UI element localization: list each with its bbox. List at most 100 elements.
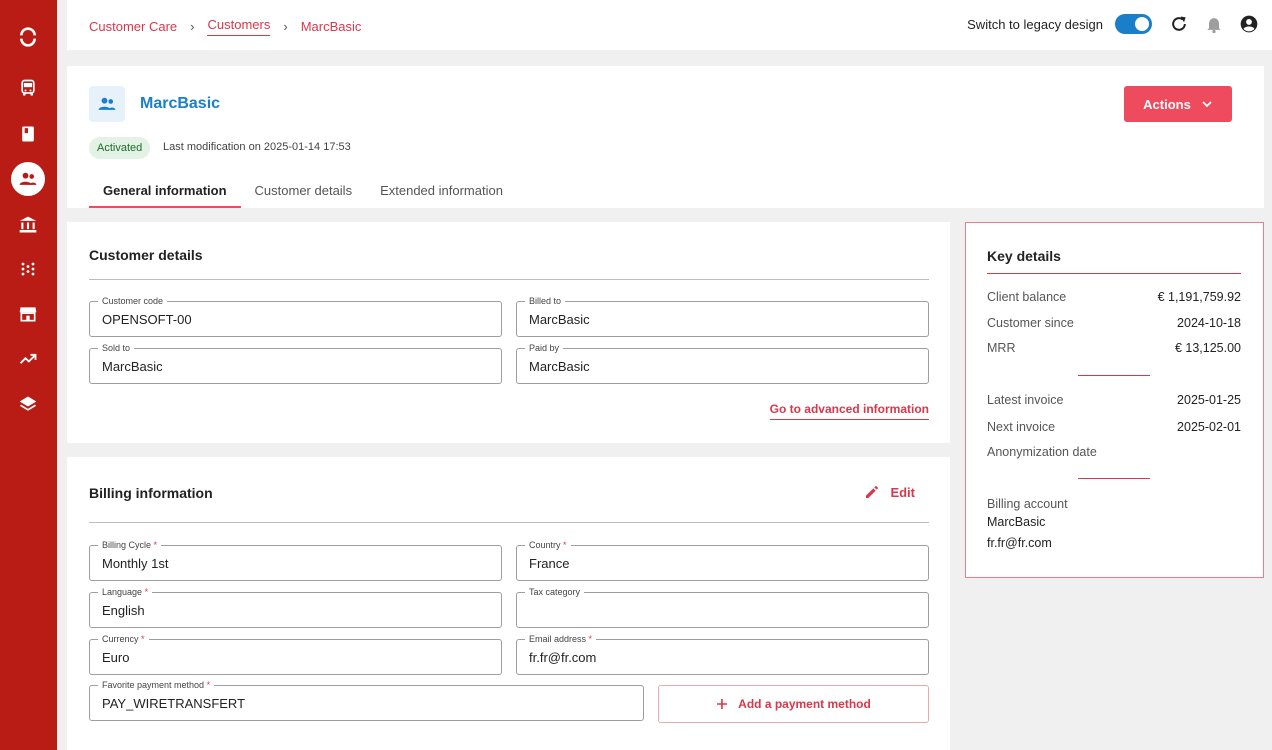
client-balance-label: Client balance [987, 290, 1067, 304]
advanced-information-link[interactable]: Go to advanced information [769, 402, 929, 420]
billed-to-label: Billed to [525, 295, 566, 307]
latest-invoice-row: Latest invoice 2025-01-25 [987, 393, 1241, 407]
paid-by-field[interactable]: Paid by MarcBasic [516, 342, 929, 384]
customer-code-field[interactable]: Customer code OPENSOFT-00 [89, 295, 502, 337]
tab-customer-details[interactable]: Customer details [241, 176, 367, 208]
breadcrumb: Customer Care › Customers › MarcBasic [89, 16, 361, 36]
currency-field[interactable]: Currency * Euro [89, 633, 502, 675]
sold-to-field[interactable]: Sold to MarcBasic [89, 342, 502, 384]
section-separator [1078, 478, 1150, 479]
app-logo-icon[interactable] [11, 20, 45, 54]
country-value: France [529, 556, 570, 571]
key-details-title: Key details [987, 248, 1061, 264]
email-address-value: fr.fr@fr.com [529, 650, 597, 665]
key-details-underline [987, 273, 1241, 274]
latest-invoice-label: Latest invoice [987, 393, 1064, 407]
paid-by-label: Paid by [525, 342, 564, 354]
favorite-payment-method-field[interactable]: Favorite payment method * PAY_WIRETRANSF… [89, 679, 644, 721]
tax-category-field[interactable]: Tax category [516, 586, 929, 628]
people-icon [98, 97, 116, 110]
customer-since-value: 2024-10-18 [1177, 316, 1241, 330]
customer-avatar [89, 86, 125, 122]
email-address-field[interactable]: Email address * fr.fr@fr.com [516, 633, 929, 675]
customer-since-label: Customer since [987, 316, 1074, 330]
billed-to-value: MarcBasic [529, 312, 590, 327]
section-separator [1078, 375, 1150, 376]
currency-label: Currency * [98, 633, 149, 645]
dots-grid-icon[interactable] [11, 252, 45, 286]
customers-icon[interactable] [11, 162, 45, 196]
edit-button[interactable]: Edit [864, 484, 915, 500]
mrr-label: MRR [987, 341, 1016, 355]
legacy-design-label: Switch to legacy design [967, 16, 1103, 32]
customer-details-title: Customer details [89, 247, 203, 263]
anonymization-date-label: Anonymization date [987, 445, 1097, 459]
edit-button-label: Edit [890, 484, 915, 500]
country-label: Country * [525, 539, 571, 551]
email-address-label: Email address * [525, 633, 597, 645]
customer-header: MarcBasic Actions Activated Last modific… [67, 66, 1264, 208]
customer-code-value: OPENSOFT-00 [102, 312, 192, 327]
next-invoice-value: 2025-02-01 [1177, 420, 1241, 434]
next-invoice-row: Next invoice 2025-02-01 [987, 420, 1241, 434]
actions-button[interactable]: Actions [1124, 86, 1232, 122]
bank-icon[interactable] [11, 208, 45, 242]
layers-icon[interactable] [11, 387, 45, 421]
refresh-icon[interactable] [1168, 13, 1190, 35]
billing-account-label: Billing account [987, 497, 1068, 511]
store-icon[interactable] [11, 297, 45, 331]
chevron-down-icon [1202, 101, 1212, 108]
language-label: Language * [98, 586, 153, 598]
legacy-design-toggle[interactable] [1115, 14, 1152, 34]
key-details-card: Key details Client balance € 1,191,759.9… [965, 222, 1264, 578]
favorite-payment-method-label: Favorite payment method * [98, 679, 215, 691]
add-payment-method-button[interactable]: Add a payment method [658, 685, 929, 723]
toggle-knob [1135, 17, 1149, 31]
customer-since-row: Customer since 2024-10-18 [987, 316, 1241, 330]
sold-to-value: MarcBasic [102, 359, 163, 374]
tab-general-information[interactable]: General information [89, 176, 241, 208]
language-value: English [102, 603, 145, 618]
anonymization-date-row: Anonymization date [987, 445, 1241, 459]
currency-value: Euro [102, 650, 130, 665]
sold-to-label: Sold to [98, 342, 135, 354]
pencil-icon [866, 486, 879, 498]
client-balance-value: € 1,191,759.92 [1157, 290, 1241, 304]
chevron-right-icon: › [190, 18, 195, 34]
billing-cycle-field[interactable]: Billing Cycle * Monthly 1st [89, 539, 502, 581]
customer-code-label: Customer code [98, 295, 168, 307]
account-icon[interactable] [1238, 13, 1260, 35]
breadcrumb-current: MarcBasic [300, 18, 362, 34]
last-modification: Last modification on 2025-01-14 17:53 [163, 141, 351, 153]
country-field[interactable]: Country * France [516, 539, 929, 581]
client-balance-row: Client balance € 1,191,759.92 [987, 290, 1241, 304]
top-bar: Customer Care › Customers › MarcBasic Sw… [67, 0, 1272, 50]
tab-extended-information[interactable]: Extended information [366, 176, 517, 208]
divider [89, 279, 929, 280]
bell-icon[interactable] [1203, 13, 1225, 35]
page-title: MarcBasic [140, 95, 221, 112]
billing-account-name: MarcBasic [987, 515, 1046, 529]
bus-icon[interactable] [11, 71, 45, 105]
language-field[interactable]: Language * English [89, 586, 502, 628]
billed-to-field[interactable]: Billed to MarcBasic [516, 295, 929, 337]
paid-by-value: MarcBasic [529, 359, 590, 374]
billing-cycle-value: Monthly 1st [102, 556, 169, 571]
billing-information-card: Billing information Edit Billing Cycle *… [67, 457, 950, 750]
tax-category-label: Tax category [525, 586, 585, 598]
status-badge: Activated [89, 137, 151, 159]
mrr-row: MRR € 13,125.00 [987, 341, 1241, 355]
book-icon[interactable] [11, 117, 45, 151]
tab-bar: General information Customer details Ext… [89, 176, 517, 208]
next-invoice-label: Next invoice [987, 420, 1056, 434]
breadcrumb-customer-care[interactable]: Customer Care [89, 19, 177, 34]
plus-icon [717, 699, 728, 709]
billing-information-title: Billing information [89, 485, 213, 501]
actions-button-label: Actions [1143, 96, 1191, 112]
divider [89, 522, 929, 523]
mrr-value: € 13,125.00 [1174, 341, 1241, 355]
chevron-right-icon: › [283, 18, 288, 34]
breadcrumb-customers[interactable]: Customers [207, 17, 271, 36]
latest-invoice-value: 2025-01-25 [1177, 393, 1241, 407]
trending-up-icon[interactable] [11, 342, 45, 376]
